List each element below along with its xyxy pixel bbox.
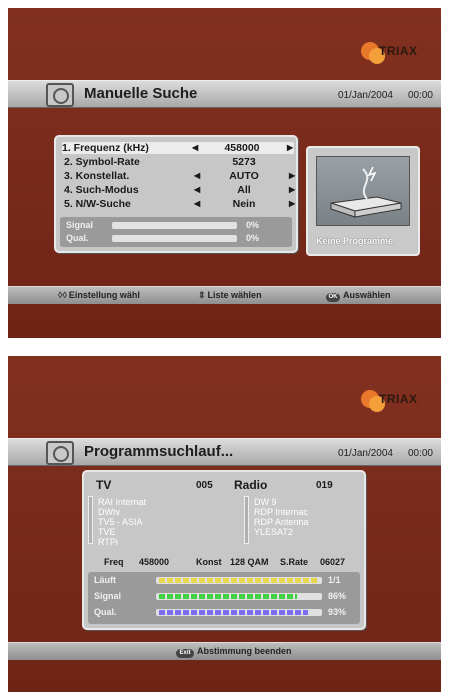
frequency-row[interactable]: 1. Frequenz (kHz) ◀ 458000 ▶	[62, 142, 294, 154]
signal-percent: 0%	[246, 220, 260, 230]
scan-meter-box: Läuft 1/1 Signal 86% Qual. 93%	[88, 572, 360, 624]
title-bar: Programmsuchlauf... 01/Jan/2004 00:00	[8, 438, 441, 466]
frequency-label: 1. Frequenz (kHz)	[62, 142, 149, 154]
tv-count: 005	[196, 480, 213, 491]
quality-label: Qual.	[94, 607, 117, 617]
arrow-left-icon[interactable]: ◀	[194, 171, 200, 180]
quality-bar	[112, 235, 237, 242]
search-settings-panel: 1. Frequenz (kHz) ◀ 458000 ▶ 2. Symbol-R…	[54, 135, 298, 253]
search-menu-icon	[46, 83, 74, 107]
freq-value: 458000	[139, 557, 170, 567]
up-down-arrows-icon: ⇕	[198, 290, 206, 300]
signal-fill	[159, 594, 297, 599]
scan-results-panel: TV 005 Radio 019 RAI Internat DWtv TV5 - A…	[82, 470, 366, 630]
hint-bar: ◊◊ Einstellung wähl ⇕ Liste wählen OK Auswä…	[8, 286, 441, 304]
quality-fill	[159, 610, 308, 615]
tv-channel-item: DWtv	[98, 507, 120, 517]
arrow-right-icon[interactable]: ▶	[289, 199, 295, 208]
search-mode-label: 4. Such-Modus	[64, 184, 139, 196]
konst-value: 128 QAM	[230, 557, 269, 567]
progress-bar	[156, 577, 322, 584]
constellation-value: AUTO	[229, 170, 259, 182]
tv-channel-item: TVE	[98, 527, 116, 537]
srate-value: 06027	[320, 557, 346, 567]
date-display: 01/Jan/2004	[337, 90, 393, 101]
srate-label: S.Rate	[280, 557, 309, 567]
brand-label: TRIAX	[379, 44, 418, 58]
radio-channel-list: DW 9 RDP Internac RDP Antenna YLESAT2	[254, 497, 308, 537]
brand-label: TRIAX	[379, 392, 418, 406]
radio-header: Radio	[234, 478, 268, 492]
arrow-right-icon[interactable]: ▶	[289, 185, 295, 194]
radio-channel-item: RDP Internac	[254, 507, 308, 517]
network-search-value: Nein	[232, 198, 256, 210]
page-title: Programmsuchlauf...	[84, 443, 234, 460]
signal-meter-box: Signal 0% Qual. 0%	[60, 217, 292, 247]
symbol-rate-label: 2. Symbol-Rate	[64, 156, 140, 168]
hint-bar: Exit Abstimmung beenden	[8, 642, 441, 660]
radio-channel-item: DW 9	[254, 497, 277, 507]
page-title: Manuelle Suche	[84, 85, 198, 102]
progress-label: Läuft	[94, 575, 116, 585]
arrow-left-icon[interactable]: ◀	[192, 143, 198, 152]
arrow-right-icon[interactable]: ▶	[287, 143, 293, 152]
freq-label: Freq	[104, 557, 124, 567]
channel-scan-screen: TRIAX Programmsuchlauf... 01/Jan/2004 00…	[8, 356, 441, 692]
arrow-right-icon[interactable]: ▶	[289, 171, 295, 180]
symbol-rate-value: 5273	[232, 156, 256, 168]
receiver-illustration	[316, 156, 410, 226]
exit-button-icon: Exit	[176, 649, 194, 658]
frequency-value: 458000	[224, 142, 260, 154]
signal-bar	[112, 222, 237, 229]
quality-bar	[156, 609, 322, 616]
time-display: 00:00	[407, 90, 433, 101]
hint-list: ⇕ Liste wählen	[198, 290, 262, 300]
signal-label: Signal	[94, 591, 122, 601]
tv-channel-item: RTPi	[98, 537, 118, 547]
scan-menu-icon	[46, 441, 74, 465]
preview-box: Keine Programme	[306, 146, 420, 256]
tv-channel-list: RAI Internat DWtv TV5 - ASIA TVE RTPi	[98, 497, 146, 547]
quality-label: Qual.	[66, 233, 89, 243]
radio-channel-item: RDP Antenna	[254, 517, 309, 527]
constellation-label: 3. Konstellat.	[64, 170, 130, 182]
hint-exit: Exit Abstimmung beenden	[176, 646, 292, 658]
date-display: 01/Jan/2004	[337, 448, 393, 459]
tv-header: TV	[96, 478, 112, 492]
radio-count: 019	[316, 480, 333, 491]
quality-percent: 0%	[246, 233, 260, 243]
signal-label: Signal	[66, 220, 94, 230]
radio-list-scrollbar[interactable]	[244, 496, 249, 544]
tv-channel-item: RAI Internat	[98, 497, 147, 507]
triax-logo: TRIAX	[361, 384, 421, 414]
arrow-left-icon[interactable]: ◀	[194, 199, 200, 208]
radio-channel-item: YLESAT2	[254, 527, 293, 537]
hint-setting: ◊◊ Einstellung wähl	[58, 290, 140, 300]
arrow-left-icon[interactable]: ◀	[194, 185, 200, 194]
time-display: 00:00	[407, 448, 433, 459]
signal-bar	[156, 593, 322, 600]
progress-value: 1/1	[328, 575, 341, 585]
search-mode-value: All	[237, 184, 251, 196]
left-right-arrows-icon: ◊◊	[58, 290, 67, 300]
hint-select: OK Auswählen	[326, 290, 391, 302]
signal-percent: 86%	[328, 591, 347, 601]
tv-list-scrollbar[interactable]	[88, 496, 93, 544]
progress-fill	[159, 578, 319, 583]
title-bar: Manuelle Suche 01/Jan/2004 00:00	[8, 80, 441, 108]
quality-percent: 93%	[328, 607, 347, 617]
triax-logo: TRIAX	[361, 36, 421, 66]
tv-channel-item: TV5 - ASIA	[98, 517, 143, 527]
network-search-label: 5. N/W-Suche	[64, 198, 131, 210]
konst-label: Konst	[196, 557, 222, 567]
satellite-receiver-icon	[330, 166, 402, 218]
no-programs-caption: Keine Programme	[316, 236, 394, 246]
manual-search-screen: TRIAX Manuelle Suche 01/Jan/2004 00:00 1…	[8, 8, 441, 338]
ok-button-icon: OK	[326, 293, 340, 302]
